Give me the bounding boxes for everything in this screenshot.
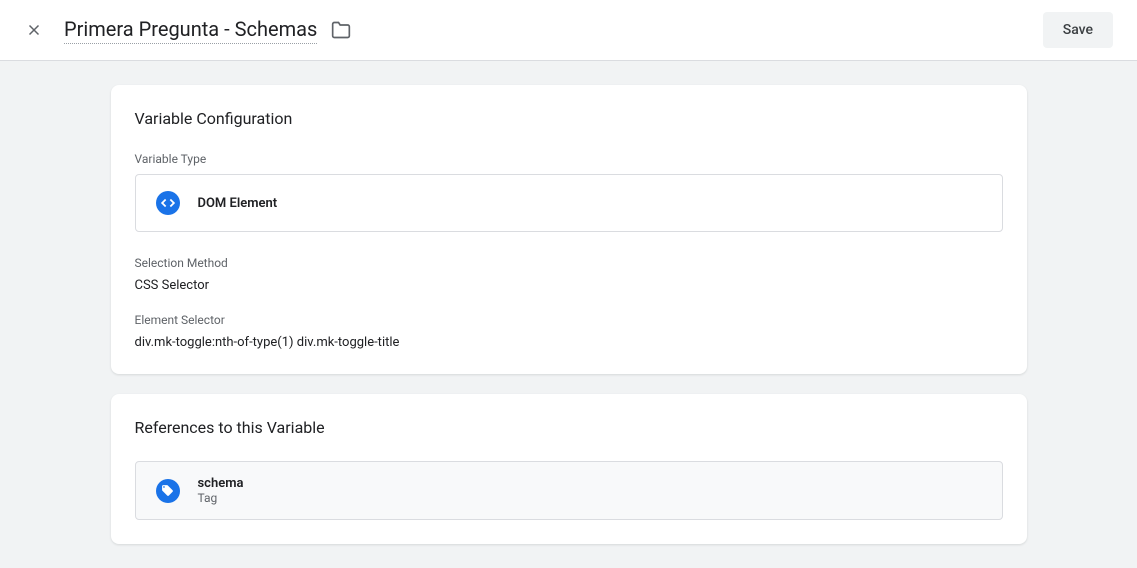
reference-item[interactable]: schema Tag	[135, 461, 1003, 520]
header-left: Primera Pregunta - Schemas	[24, 17, 351, 44]
close-icon	[25, 21, 43, 39]
element-selector-label: Element Selector	[135, 313, 1003, 327]
tag-icon	[161, 484, 174, 497]
reference-type: Tag	[198, 491, 244, 505]
selection-method-field: Selection Method CSS Selector	[135, 256, 1003, 293]
references-card-title: References to this Variable	[135, 418, 1003, 437]
reference-name: schema	[198, 476, 244, 491]
title-container: Primera Pregunta - Schemas	[64, 17, 351, 44]
element-selector-field: Element Selector div.mk-toggle:nth-of-ty…	[135, 313, 1003, 350]
variable-configuration-card: Variable Configuration Variable Type DOM…	[111, 85, 1027, 374]
dom-element-icon-wrapper	[156, 191, 180, 215]
folder-icon	[331, 20, 351, 40]
config-card-title: Variable Configuration	[135, 109, 1003, 128]
content-area: Variable Configuration Variable Type DOM…	[0, 61, 1137, 568]
page-header: Primera Pregunta - Schemas Save	[0, 0, 1137, 61]
reference-text: schema Tag	[198, 476, 244, 505]
code-icon	[161, 196, 175, 210]
selection-method-value: CSS Selector	[135, 278, 1003, 293]
close-button[interactable]	[24, 20, 44, 40]
variable-type-name: DOM Element	[198, 196, 278, 211]
variable-type-label: Variable Type	[135, 152, 1003, 166]
save-button[interactable]: Save	[1043, 12, 1113, 48]
folder-button[interactable]	[331, 20, 351, 40]
variable-type-selector[interactable]: DOM Element	[135, 174, 1003, 232]
page-title[interactable]: Primera Pregunta - Schemas	[64, 17, 317, 44]
references-card: References to this Variable schema Tag	[111, 394, 1027, 544]
element-selector-value: div.mk-toggle:nth-of-type(1) div.mk-togg…	[135, 335, 1003, 350]
tag-icon-wrapper	[156, 479, 180, 503]
selection-method-label: Selection Method	[135, 256, 1003, 270]
